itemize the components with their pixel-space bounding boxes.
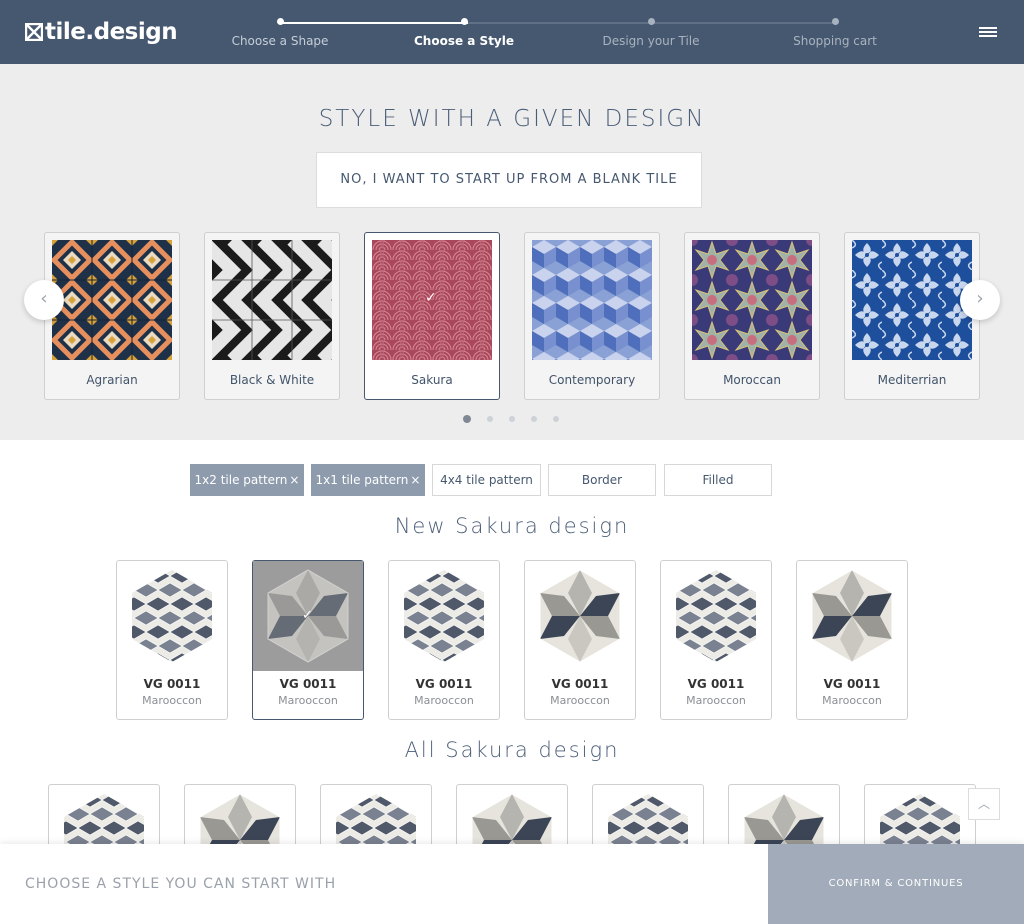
style-card-label: Mediterrian [877, 373, 947, 387]
chevron-left-icon: ‹ [40, 288, 48, 309]
new-designs-title: New Sakura design [394, 514, 630, 538]
tile-thumbnail [797, 561, 907, 671]
style-card-sakura[interactable]: ✓ Sakura [364, 232, 500, 400]
design-tile[interactable]: VG 0011 Marooccon [388, 560, 500, 720]
style-card-agrarian[interactable]: Agrarian [44, 232, 180, 400]
filter-1x1-tile-pattern[interactable]: 1x1 tile pattern × [311, 464, 425, 496]
blank-tile-button[interactable]: NO, I WANT TO START UP FROM A BLANK TILE [316, 152, 702, 208]
filter-label: 1x2 tile pattern [194, 473, 288, 487]
filter-label: Border [581, 473, 623, 487]
tile-style: Marooccon [550, 694, 610, 707]
scroll-to-top-button[interactable]: ︿ [968, 788, 1000, 820]
carousel-next-button[interactable]: › [960, 280, 1000, 320]
design-tile-selected[interactable]: ✓ VG 0011 Marooccon [252, 560, 364, 720]
filter-label: Filled [702, 473, 734, 487]
tile-code: VG 0011 [143, 677, 201, 691]
contemporary-thumbnail [532, 240, 652, 360]
pagination-dot-4[interactable] [531, 416, 537, 422]
step-dot [647, 18, 655, 25]
footer-message: CHOOSE A STYLE YOU CAN START WITH [25, 876, 337, 892]
tile-style: Marooccon [822, 694, 882, 707]
step-choose-shape[interactable]: Choose a Shape [200, 18, 360, 48]
tile-thumbnail [117, 561, 227, 671]
style-card-label: Moroccan [723, 373, 781, 387]
step-label: Choose a Shape [231, 34, 329, 48]
mediterrian-thumbnail [852, 240, 972, 360]
tile-code: VG 0011 [687, 677, 745, 691]
design-tile[interactable]: VG 0011 Marooccon [524, 560, 636, 720]
filter-label: 1x1 tile pattern [315, 473, 409, 487]
pagination-dot-1[interactable] [463, 415, 471, 423]
selected-check-icon: ✓ [302, 608, 313, 623]
tile-thumbnail [661, 561, 771, 671]
step-dot [460, 18, 468, 25]
tile-code: VG 0011 [415, 677, 473, 691]
tile-style: Marooccon [142, 694, 202, 707]
filter-4x4-tile-pattern[interactable]: 4x4 tile pattern [432, 464, 541, 496]
agrarian-thumbnail [52, 240, 172, 360]
design-tile[interactable]: VG 0011 Marooccon [796, 560, 908, 720]
style-card-mediterrian[interactable]: Mediterrian [844, 232, 980, 400]
step-design-tile[interactable]: Design your Tile [571, 18, 731, 48]
brand-logo[interactable]: tile.design [25, 17, 178, 47]
chevron-up-icon: ︿ [977, 797, 990, 811]
design-tile[interactable]: VG 0011 Marooccon [116, 560, 228, 720]
all-designs-title: All Sakura design [404, 738, 620, 762]
remove-filter-icon[interactable]: × [289, 473, 299, 487]
tile-style: Marooccon [686, 694, 746, 707]
tile-thumbnail [389, 561, 499, 671]
pagination-dot-5[interactable] [553, 416, 559, 422]
filter-filled[interactable]: Filled [664, 464, 772, 496]
style-section: STYLE WITH A GIVEN DESIGN NO, I WANT TO … [0, 64, 1024, 440]
remove-filter-icon[interactable]: × [410, 473, 420, 487]
style-section-title: STYLE WITH A GIVEN DESIGN [318, 106, 706, 132]
filter-1x2-tile-pattern[interactable]: 1x2 tile pattern × [190, 464, 304, 496]
confirm-continue-button[interactable]: CONFIRM & CONTINUES [768, 844, 1024, 924]
footer-bar: CHOOSE A STYLE YOU CAN START WITH CONFIR… [0, 844, 1024, 924]
tile-thumbnail [525, 561, 635, 671]
style-card-label: Sakura [411, 373, 453, 387]
moroccan-thumbnail [692, 240, 812, 360]
filter-border[interactable]: Border [548, 464, 656, 496]
chevron-right-icon: › [976, 288, 984, 309]
style-card-contemporary[interactable]: Contemporary [524, 232, 660, 400]
pagination-dot-3[interactable] [509, 416, 515, 422]
tile-logo-icon [25, 23, 43, 41]
tile-style: Marooccon [278, 694, 338, 707]
step-choose-style[interactable]: Choose a Style [384, 18, 544, 48]
style-card-moroccan[interactable]: Moroccan [684, 232, 820, 400]
tile-thumbnail: ✓ [253, 561, 363, 671]
tile-style: Marooccon [414, 694, 474, 707]
step-label: Design your Tile [602, 34, 700, 48]
selected-check-icon: ✓ [425, 290, 437, 306]
sakura-thumbnail: ✓ [372, 240, 492, 360]
black-white-thumbnail [212, 240, 332, 360]
step-label: Shopping cart [793, 34, 877, 48]
design-tile[interactable]: VG 0011 Marooccon [660, 560, 772, 720]
filter-label: 4x4 tile pattern [440, 473, 533, 487]
style-card-label: Agrarian [86, 373, 138, 387]
tile-code: VG 0011 [279, 677, 337, 691]
style-card-label: Black & White [229, 373, 315, 387]
tile-code: VG 0011 [823, 677, 881, 691]
style-card-label: Contemporary [548, 373, 636, 387]
brand-name: tile.design [45, 19, 178, 45]
step-dot [831, 18, 839, 25]
carousel-prev-button[interactable]: ‹ [24, 280, 64, 320]
top-bar: tile.design Choose a Shape Choose a Styl… [0, 0, 1024, 64]
tile-code: VG 0011 [551, 677, 609, 691]
step-dot [276, 18, 284, 25]
step-shopping-cart[interactable]: Shopping cart [755, 18, 915, 48]
step-label: Choose a Style [413, 34, 515, 48]
pagination-dot-2[interactable] [487, 416, 493, 422]
hamburger-menu-icon[interactable] [979, 27, 997, 37]
style-card-black-white[interactable]: Black & White [204, 232, 340, 400]
carousel-pagination [0, 414, 1024, 424]
